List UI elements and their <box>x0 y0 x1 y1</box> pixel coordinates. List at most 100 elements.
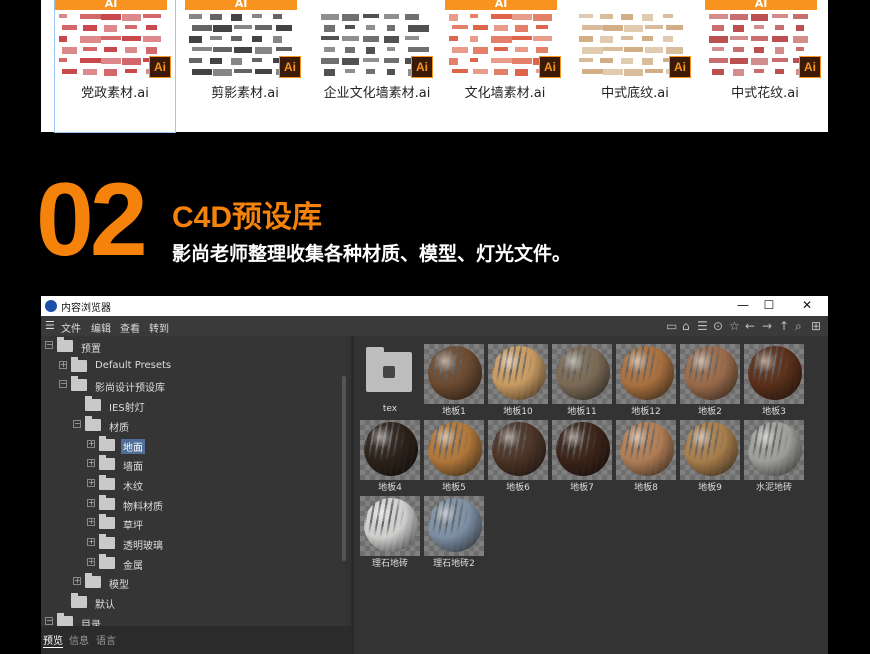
menu-file[interactable]: 文件 <box>61 320 81 335</box>
up-icon[interactable]: ↑ <box>779 320 789 332</box>
tab-preview[interactable]: 预览 <box>43 632 63 648</box>
menu-view[interactable]: 查看 <box>120 320 140 335</box>
material-item[interactable]: 地板9 <box>680 416 740 493</box>
material-item[interactable]: 地板10 <box>488 340 548 417</box>
home-icon[interactable]: ⌂ <box>682 320 690 332</box>
material-item[interactable]: 水泥地砖 <box>744 416 804 493</box>
folder-icon <box>71 376 87 392</box>
folder-icon <box>85 415 101 431</box>
material-preview <box>424 344 484 404</box>
bottom-tabs: 预览 信息 语言 <box>41 626 351 654</box>
expand-toggle-icon[interactable]: + <box>87 459 95 468</box>
file-item[interactable]: AI Ai 党政素材.ai <box>54 0 176 133</box>
file-item[interactable]: AI Ai 文化墙素材.ai <box>445 0 565 132</box>
file-item[interactable]: AI Ai 中式花纹.ai <box>705 0 825 132</box>
item-label: 地板6 <box>506 483 530 493</box>
tree-node-label: Default Presets <box>95 359 172 371</box>
material-item[interactable]: 地板11 <box>552 340 612 417</box>
star-icon[interactable]: ☆ <box>729 320 740 332</box>
material-item[interactable]: 地板6 <box>488 416 548 493</box>
material-item[interactable]: 理石地砖 <box>360 492 420 569</box>
ai-badge: AI <box>445 0 557 10</box>
expand-toggle-icon[interactable]: + <box>87 498 95 507</box>
material-item[interactable]: 地板4 <box>360 416 420 493</box>
illustrator-file-icon: Ai <box>411 56 433 78</box>
tree-node-label: 物料材质 <box>123 501 163 513</box>
filter-icon[interactable]: ☰ <box>697 320 708 332</box>
illustrator-file-icon: Ai <box>279 56 301 78</box>
expand-toggle-icon[interactable]: + <box>87 439 95 448</box>
hamburger-menu-icon[interactable]: ☰ <box>45 319 55 332</box>
section-title: C4D预设库 <box>172 201 323 234</box>
expand-toggle-icon[interactable]: + <box>87 478 95 487</box>
file-name: 中式花纹.ai <box>731 86 799 101</box>
expand-toggle-icon[interactable]: + <box>87 518 95 527</box>
material-item[interactable]: 理石地砖2 <box>424 492 484 569</box>
expand-toggle-icon[interactable]: − <box>73 419 81 428</box>
item-label: 地板8 <box>634 483 658 493</box>
folder-icon <box>99 514 115 530</box>
material-item[interactable]: 地板1 <box>424 340 484 417</box>
folder-icon <box>85 396 101 412</box>
folder-icon <box>99 534 115 549</box>
material-item[interactable]: 地板8 <box>616 416 676 493</box>
menu-goto[interactable]: 转到 <box>149 320 169 335</box>
material-item[interactable]: 地板3 <box>744 340 804 417</box>
file-name: 党政素材.ai <box>81 86 149 101</box>
expand-toggle-icon[interactable]: + <box>73 577 81 586</box>
title-bar: 内容浏览器 — ☐ ✕ <box>41 296 828 316</box>
section-number: 02 <box>36 162 148 278</box>
item-grid: tex 地板1 地板10 地板11 地板12 地板2 地板3 地板4 地板5 地板6 地板7 地板8 地… <box>354 336 828 654</box>
ai-badge: AI <box>55 0 167 10</box>
tree-node-label: 金属 <box>123 560 143 572</box>
folder-icon <box>99 494 115 510</box>
file-item[interactable]: AI Ai 剪影素材.ai <box>185 0 305 132</box>
material-sphere <box>364 422 418 476</box>
item-label: tex <box>382 404 398 414</box>
material-preview <box>488 420 548 480</box>
illustrator-file-icon: Ai <box>799 56 821 78</box>
file-name: 中式底纹.ai <box>601 86 669 101</box>
tree-scrollbar[interactable] <box>342 376 346 561</box>
tab-info[interactable]: 信息 <box>69 632 89 647</box>
tree-node-label: 地面 <box>121 438 145 454</box>
back-icon[interactable]: ← <box>745 320 755 332</box>
file-item[interactable]: Ai 中式底纹.ai <box>575 0 695 132</box>
material-item[interactable]: 地板5 <box>424 416 484 493</box>
material-item[interactable]: 地板7 <box>552 416 612 493</box>
material-sphere <box>620 422 674 476</box>
material-sphere <box>492 346 546 400</box>
expand-toggle-icon[interactable]: + <box>87 538 95 546</box>
material-sphere <box>684 346 738 400</box>
forward-icon[interactable]: → <box>762 320 772 332</box>
material-preview <box>616 420 676 480</box>
material-item[interactable]: 地板2 <box>680 340 740 417</box>
content-browser-window: 内容浏览器 — ☐ ✕ ☰ 文件 编辑 查看 转到 − 预置 + Default Pr… <box>41 296 828 654</box>
material-sphere <box>556 422 610 476</box>
tab-language[interactable]: 语言 <box>96 632 116 647</box>
file-strip: AI Ai 党政素材.ai AI Ai 剪影素材.ai Ai 企业文化墙素材.ai AI Ai 文化… <box>41 0 828 133</box>
material-sphere <box>748 422 802 476</box>
close-button[interactable]: ✕ <box>790 297 824 315</box>
folder-item[interactable]: tex <box>360 340 420 416</box>
tree-node-label: 透明玻璃 <box>123 541 163 552</box>
expand-toggle-icon[interactable]: − <box>45 341 53 349</box>
expand-toggle-icon[interactable]: + <box>59 360 67 369</box>
material-item[interactable]: 地板12 <box>616 340 676 417</box>
expand-toggle-icon[interactable]: − <box>59 380 67 389</box>
menu-edit[interactable]: 编辑 <box>91 320 111 335</box>
file-item[interactable]: Ai 企业文化墙素材.ai <box>317 0 437 132</box>
material-preview <box>744 420 804 480</box>
material-preview <box>424 496 484 556</box>
expand-toggle-icon[interactable]: + <box>87 557 95 566</box>
tree-node-label: 模型 <box>109 580 129 592</box>
item-label: 水泥地砖 <box>755 483 792 493</box>
expand-toggle-icon[interactable]: − <box>45 616 53 625</box>
maximize-button[interactable]: ☐ <box>752 297 786 315</box>
tree-node-label: 默认 <box>95 600 115 612</box>
material-sphere <box>492 422 546 476</box>
path-icon[interactable]: ⊙ <box>713 320 723 332</box>
new-icon[interactable]: ⊞ <box>811 320 821 332</box>
view-mode-icon[interactable]: ▭ <box>666 320 677 332</box>
search-icon[interactable]: ⌕ <box>795 320 802 332</box>
